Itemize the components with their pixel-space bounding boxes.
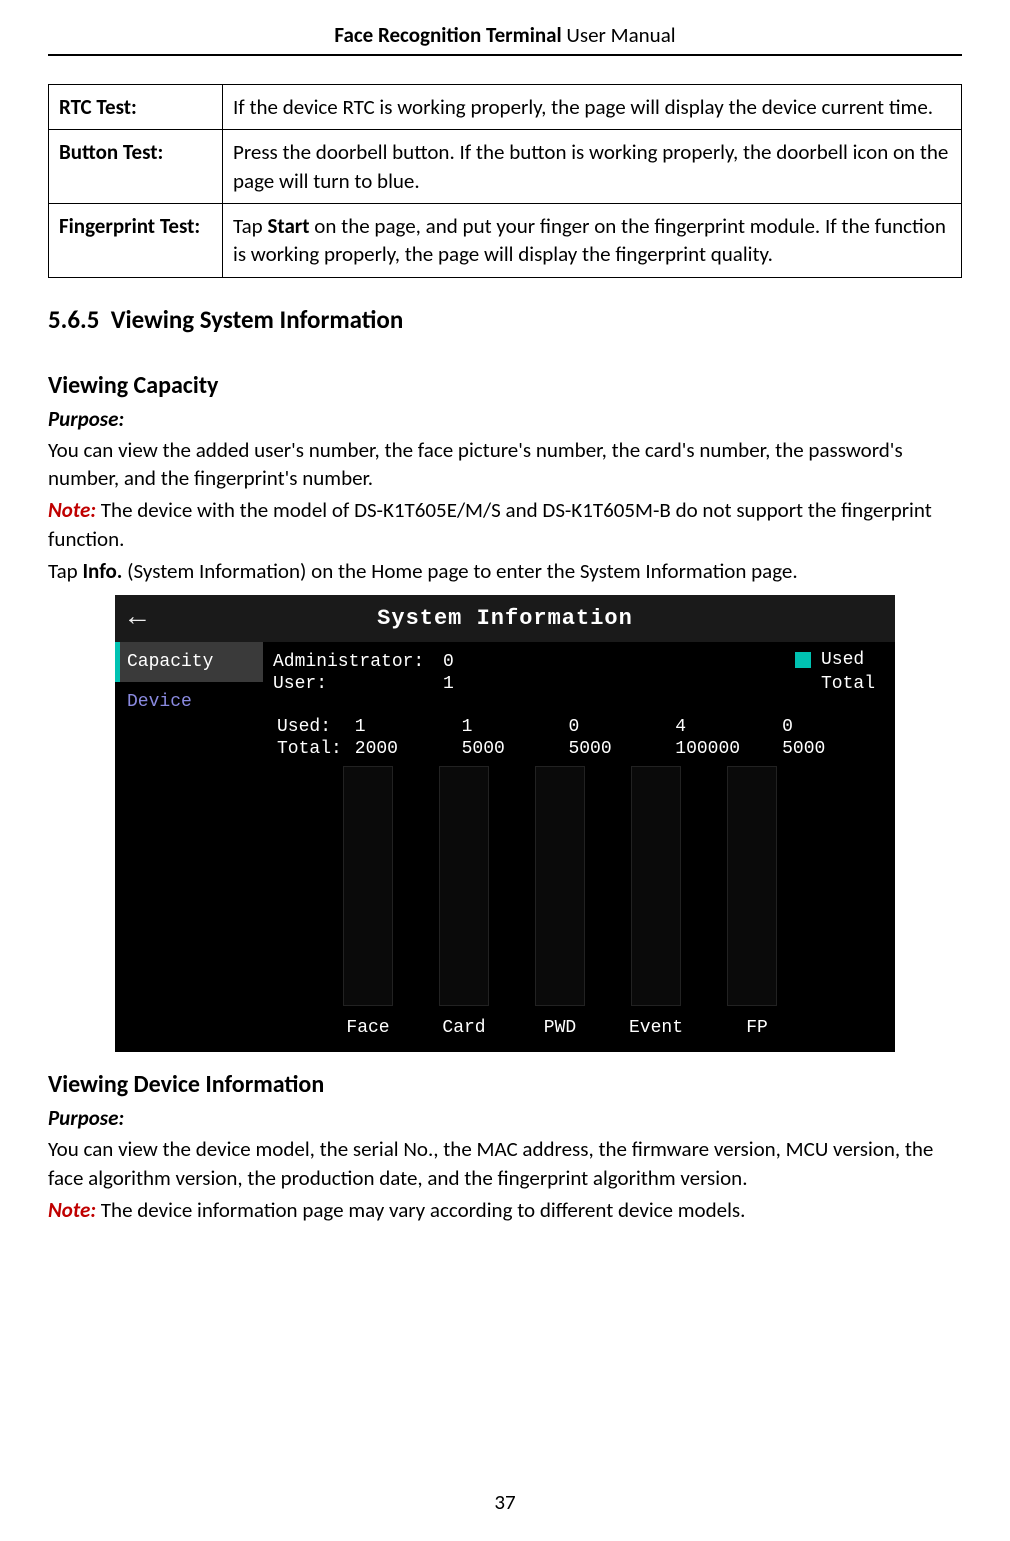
screenshot-sidebar: Capacity Device bbox=[115, 642, 263, 1052]
legend-used: Used bbox=[795, 650, 875, 670]
section-heading: 5.6.5 Viewing System Information bbox=[48, 304, 962, 335]
note-lead: Note: bbox=[48, 497, 96, 523]
screenshot-titlebar: ← System Information bbox=[115, 595, 895, 642]
chart-categories: Face Card PWD Event FP bbox=[273, 1018, 885, 1038]
test-label: RTC Test: bbox=[49, 85, 223, 130]
device-note-body: The device information page may vary acc… bbox=[96, 1197, 745, 1223]
legend-swatch-icon bbox=[795, 652, 811, 668]
back-arrow-icon[interactable]: ← bbox=[129, 603, 169, 634]
purpose-body: You can view the added user's number, th… bbox=[48, 436, 962, 493]
kv-user: User:1 bbox=[273, 674, 885, 694]
device-note-line: Note: The device information page may va… bbox=[48, 1196, 962, 1224]
device-purpose-body: You can view the device model, the seria… bbox=[48, 1135, 962, 1192]
screenshot-main: Used Total Administrator:0 User:1 Used: … bbox=[263, 642, 895, 1052]
total-row: Total: 2000 5000 5000 100000 5000 bbox=[273, 738, 885, 760]
page-header: Face Recognition Terminal User Manual bbox=[48, 0, 962, 48]
cat-card: Card bbox=[439, 1018, 489, 1038]
header-title-bold: Face Recognition Terminal bbox=[334, 22, 561, 48]
purpose-label-2: Purpose: bbox=[48, 1105, 962, 1131]
purpose-label: Purpose: bbox=[48, 406, 962, 432]
test-desc: Press the doorbell button. If the button… bbox=[223, 130, 962, 204]
bar-fp bbox=[727, 766, 777, 1006]
table-row: Button Test: Press the doorbell button. … bbox=[49, 130, 962, 204]
test-desc: If the device RTC is working properly, t… bbox=[223, 85, 962, 130]
tab-device[interactable]: Device bbox=[115, 682, 263, 722]
section-title: Viewing System Information bbox=[111, 304, 404, 335]
bar-face bbox=[343, 766, 393, 1006]
note-line: Note: The device with the model of DS-K1… bbox=[48, 496, 962, 553]
instruction-line: Tap Info. (System Information) on the Ho… bbox=[48, 557, 962, 585]
cat-face: Face bbox=[343, 1018, 393, 1038]
cat-fp: FP bbox=[732, 1018, 782, 1038]
info-strong: Info. bbox=[82, 558, 122, 584]
bar-pwd bbox=[535, 766, 585, 1006]
test-desc: Tap Start on the page, and put your fing… bbox=[223, 204, 962, 278]
section-number: 5.6.5 bbox=[48, 304, 99, 335]
table-row: Fingerprint Test: Tap Start on the page,… bbox=[49, 204, 962, 278]
tab-capacity[interactable]: Capacity bbox=[115, 642, 263, 682]
test-label: Fingerprint Test: bbox=[49, 204, 223, 278]
bar-card bbox=[439, 766, 489, 1006]
used-label: Used: bbox=[273, 716, 351, 738]
start-strong: Start bbox=[267, 213, 309, 239]
header-title-rest: User Manual bbox=[562, 22, 676, 48]
legend: Used Total bbox=[795, 650, 875, 698]
capacity-table: Used: 1 1 0 4 0 Total: 2000 5000 bbox=[273, 716, 885, 760]
note-body: The device with the model of DS-K1T605E/… bbox=[48, 497, 932, 551]
viewing-capacity-heading: Viewing Capacity bbox=[48, 371, 962, 400]
cat-pwd: PWD bbox=[535, 1018, 585, 1038]
test-label: Button Test: bbox=[49, 130, 223, 204]
capacity-bar-chart bbox=[273, 766, 885, 1006]
used-row: Used: 1 1 0 4 0 bbox=[273, 716, 885, 738]
kv-admin: Administrator:0 bbox=[273, 652, 885, 672]
tests-table: RTC Test: If the device RTC is working p… bbox=[48, 84, 962, 278]
note-lead-2: Note: bbox=[48, 1197, 96, 1223]
bar-event bbox=[631, 766, 681, 1006]
table-row: RTC Test: If the device RTC is working p… bbox=[49, 85, 962, 130]
total-label: Total: bbox=[273, 738, 351, 760]
system-info-screenshot: ← System Information Capacity Device Use… bbox=[115, 595, 895, 1052]
page-number: 37 bbox=[0, 1489, 1010, 1515]
viewing-device-info-heading: Viewing Device Information bbox=[48, 1070, 962, 1099]
cat-event: Event bbox=[626, 1018, 686, 1038]
legend-total: Total bbox=[795, 674, 875, 694]
screenshot-title: System Information bbox=[169, 606, 841, 631]
